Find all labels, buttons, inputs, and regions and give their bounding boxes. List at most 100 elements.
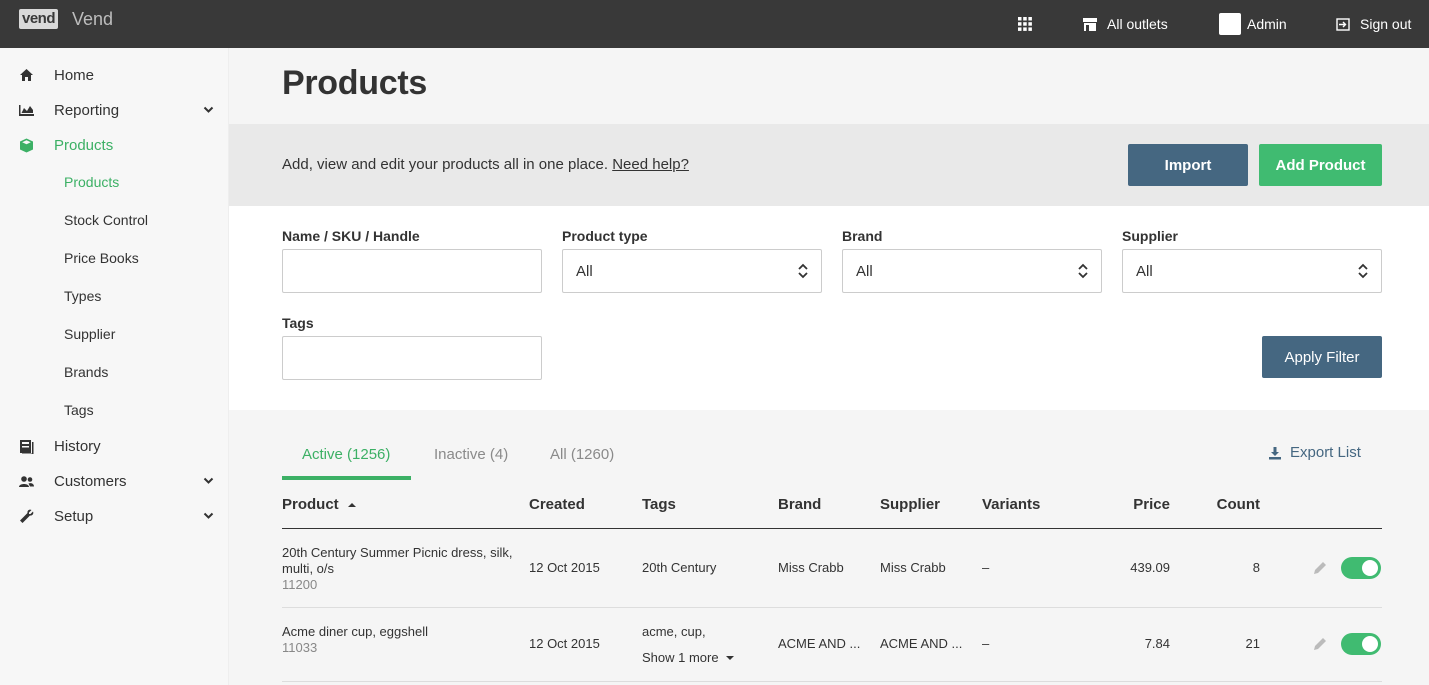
apps-grid-button[interactable] bbox=[1018, 0, 1042, 48]
product-type-label: Product type bbox=[562, 228, 648, 244]
price-cell: 439.09 bbox=[1130, 560, 1170, 575]
subnav-supplier[interactable]: Supplier bbox=[64, 324, 115, 344]
brand-value: All bbox=[856, 263, 873, 280]
subnav-price-books[interactable]: Price Books bbox=[64, 248, 139, 268]
product-type-select[interactable]: All bbox=[562, 249, 822, 293]
chevron-down-icon bbox=[203, 477, 214, 484]
product-type-value: All bbox=[576, 263, 593, 280]
select-arrows-icon bbox=[1358, 263, 1368, 279]
toggle-knob bbox=[1362, 560, 1378, 576]
product-cell[interactable]: 20th Century Summer Picnic dress, silk, … bbox=[282, 545, 512, 593]
sidebar-item-history[interactable]: History bbox=[0, 429, 229, 464]
column-product[interactable]: Product bbox=[282, 496, 357, 513]
table-header: Product Created Tags Brand Supplier Vari… bbox=[282, 480, 1382, 529]
column-supplier[interactable]: Supplier bbox=[880, 496, 940, 513]
sidebar-item-products[interactable]: Products bbox=[0, 128, 229, 163]
sort-ascending-icon bbox=[347, 503, 356, 507]
created-cell: 12 Oct 2015 bbox=[529, 636, 600, 651]
variants-cell: – bbox=[982, 636, 990, 651]
show-more-label: Show 1 more bbox=[642, 650, 719, 665]
tab-all[interactable]: All (1260) bbox=[550, 446, 614, 463]
chart-icon bbox=[19, 105, 34, 116]
sign-out-button[interactable]: Sign out bbox=[1336, 0, 1411, 48]
active-toggle[interactable] bbox=[1341, 633, 1381, 655]
add-product-button[interactable]: Add Product bbox=[1259, 144, 1382, 186]
info-description: Add, view and edit your products all in … bbox=[282, 156, 609, 173]
user-menu[interactable]: Admin bbox=[1219, 0, 1287, 48]
filter-panel: Name / SKU / Handle Product type All Bra… bbox=[229, 206, 1429, 410]
subnav-types[interactable]: Types bbox=[64, 286, 101, 306]
vend-logo[interactable]: vend Vend bbox=[19, 8, 113, 30]
pencil-icon[interactable] bbox=[1312, 560, 1328, 576]
pencil-icon[interactable] bbox=[1312, 636, 1328, 652]
column-count[interactable]: Count bbox=[1182, 496, 1260, 513]
toggle-knob bbox=[1362, 636, 1378, 652]
sidebar-item-label: Reporting bbox=[54, 102, 120, 119]
brand-select[interactable]: All bbox=[842, 249, 1102, 293]
page-title: Products bbox=[282, 64, 427, 102]
grid-icon bbox=[1018, 17, 1032, 31]
count-cell: 21 bbox=[1245, 636, 1260, 651]
apply-filter-button[interactable]: Apply Filter bbox=[1262, 336, 1382, 378]
wrench-icon bbox=[20, 509, 34, 523]
need-help-link[interactable]: Need help? bbox=[612, 156, 689, 173]
sidebar-item-setup[interactable]: Setup bbox=[0, 499, 229, 534]
supplier-cell: Miss Crabb bbox=[880, 560, 946, 575]
home-icon bbox=[20, 69, 33, 81]
name-sku-handle-input[interactable] bbox=[282, 249, 542, 293]
people-icon bbox=[19, 476, 34, 487]
sidebar-item-label: History bbox=[54, 438, 101, 455]
subnav-products[interactable]: Products bbox=[64, 172, 119, 192]
logo-name: Vend bbox=[72, 9, 114, 29]
variants-cell: – bbox=[982, 560, 990, 575]
info-text: Add, view and edit your products all in … bbox=[282, 156, 689, 173]
chevron-down-icon bbox=[203, 512, 214, 519]
sidebar-item-customers[interactable]: Customers bbox=[0, 464, 229, 499]
subnav-tags[interactable]: Tags bbox=[64, 400, 94, 420]
column-brand[interactable]: Brand bbox=[778, 496, 821, 513]
sidebar-item-reporting[interactable]: Reporting bbox=[0, 93, 229, 128]
sidebar-item-label: Products bbox=[54, 137, 114, 154]
count-cell: 8 bbox=[1252, 560, 1260, 575]
product-name-cont: multi, o/s bbox=[282, 561, 335, 576]
sidebar-item-home[interactable]: Home bbox=[0, 58, 229, 93]
column-price[interactable]: Price bbox=[1082, 496, 1170, 513]
tags-cell: 20th Century bbox=[642, 560, 717, 575]
sign-out-label: Sign out bbox=[1360, 16, 1412, 32]
product-name: Acme diner cup, eggshell bbox=[282, 624, 428, 639]
tags-label: Tags bbox=[282, 315, 314, 331]
outlets-button[interactable]: All outlets bbox=[1083, 0, 1168, 48]
supplier-select[interactable]: All bbox=[1122, 249, 1382, 293]
product-cell[interactable]: Acme diner cup, eggshell 11033 bbox=[282, 624, 428, 656]
column-variants[interactable]: Variants bbox=[982, 496, 1040, 513]
info-band: Add, view and edit your products all in … bbox=[229, 124, 1429, 206]
tab-active[interactable]: Active (1256) bbox=[302, 446, 390, 463]
show-more-tags[interactable]: Show 1 more bbox=[642, 650, 735, 666]
caret-down-icon bbox=[725, 656, 734, 660]
box-icon bbox=[20, 138, 33, 153]
sign-out-icon bbox=[1336, 17, 1350, 31]
status-tabs: Active (1256) Inactive (4) All (1260) Ex… bbox=[282, 432, 1382, 480]
table-row[interactable]: Acme diner cup, eggshell 11033 12 Oct 20… bbox=[282, 608, 1382, 682]
column-created[interactable]: Created bbox=[529, 496, 585, 513]
export-list-button[interactable]: Export List bbox=[1268, 444, 1361, 461]
table-row[interactable]: 20th Century Summer Picnic dress, silk, … bbox=[282, 529, 1382, 608]
tags-cell: acme, cup, Show 1 more bbox=[642, 624, 735, 666]
active-toggle[interactable] bbox=[1341, 557, 1381, 579]
product-sku: 11200 bbox=[282, 577, 318, 592]
brand-cell: Miss Crabb bbox=[778, 560, 844, 575]
user-label: Admin bbox=[1247, 16, 1287, 32]
avatar bbox=[1219, 13, 1241, 35]
tab-inactive[interactable]: Inactive (4) bbox=[434, 446, 508, 463]
column-tags[interactable]: Tags bbox=[642, 496, 676, 513]
subnav-stock-control[interactable]: Stock Control bbox=[64, 210, 148, 230]
book-icon bbox=[20, 440, 34, 454]
supplier-value: All bbox=[1136, 263, 1153, 280]
select-arrows-icon bbox=[798, 263, 808, 279]
sidebar: Home Reporting Products Products Stock C… bbox=[0, 48, 229, 685]
tags-input[interactable] bbox=[282, 336, 542, 380]
price-cell: 7.84 bbox=[1144, 636, 1170, 651]
brand-cell: ACME AND ... bbox=[778, 636, 861, 651]
subnav-brands[interactable]: Brands bbox=[64, 362, 108, 382]
import-button[interactable]: Import bbox=[1128, 144, 1248, 186]
